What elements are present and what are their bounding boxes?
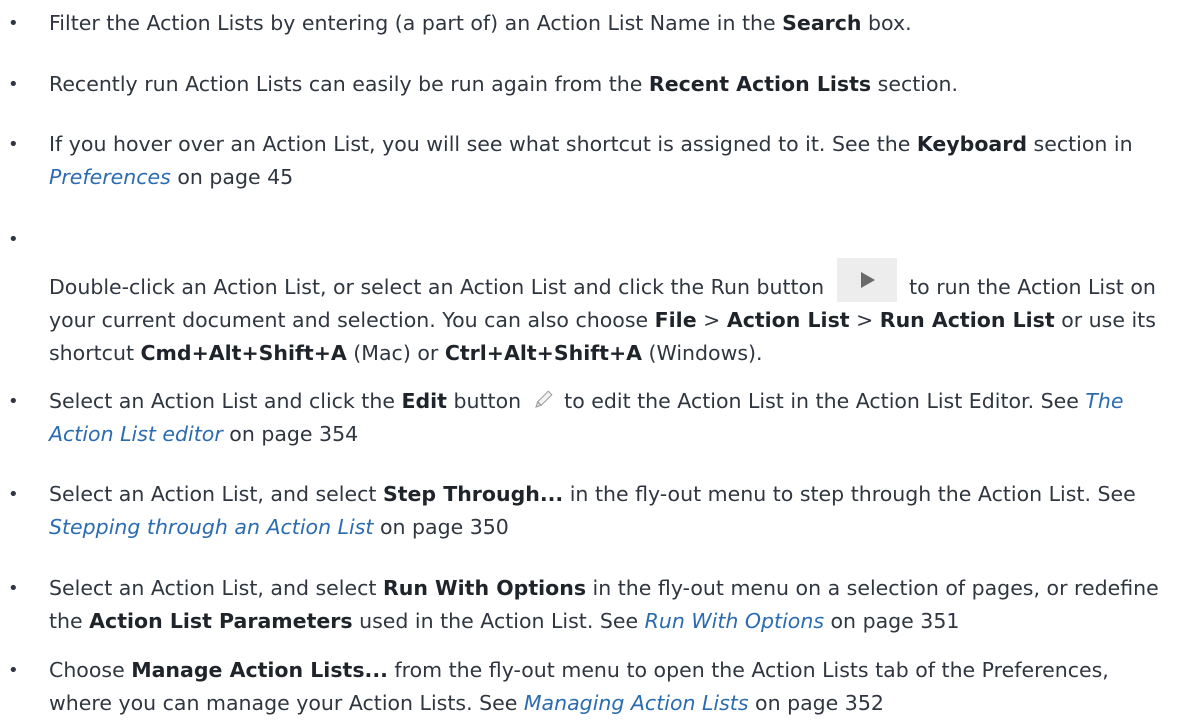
run-button[interactable]	[836, 258, 897, 302]
list-item-text: Choose Manage Action Lists... from the f…	[49, 658, 1109, 715]
list-item-text: Select an Action List and click the Edit…	[49, 389, 1124, 446]
keyboard-label: Keyboard	[916, 132, 1028, 156]
search-label: Search	[782, 11, 862, 35]
bullet-marker: •	[8, 484, 19, 505]
list-item-text: If you hover over an Action List, you wi…	[49, 132, 1133, 189]
windows-shortcut: Ctrl+Alt+Shift+A	[444, 341, 643, 365]
mac-shortcut: Cmd+Alt+Shift+A	[140, 341, 347, 365]
bullet-marker: •	[8, 13, 19, 34]
action-list-parameters-label: Action List Parameters	[89, 609, 353, 633]
list-item-text: Recently run Action Lists can easily be …	[49, 72, 959, 96]
bullet-marker: •	[8, 391, 19, 412]
document-page: • Filter the Action Lists by entering (a…	[0, 0, 1200, 721]
bullet-marker: •	[8, 660, 19, 681]
list-item-text: Double-click an Action List, or select a…	[49, 258, 1170, 370]
recent-action-lists-label: Recent Action Lists	[648, 72, 872, 96]
pencil-icon[interactable]	[532, 389, 554, 411]
bullet-marker: •	[8, 134, 19, 155]
preferences-link[interactable]: Preferences	[49, 165, 171, 189]
bullet-marker: •	[8, 229, 19, 250]
list-item-text: Select an Action List, and select Step T…	[49, 482, 1136, 539]
run-with-options-link[interactable]: Run With Options	[645, 609, 824, 633]
stepping-through-link[interactable]: Stepping through an Action List	[49, 515, 373, 539]
bullet-marker: •	[8, 74, 19, 95]
bullet-marker: •	[8, 578, 19, 599]
edit-label: Edit	[401, 389, 447, 413]
list-item-text: Filter the Action Lists by entering (a p…	[49, 11, 912, 35]
step-through-label: Step Through...	[382, 482, 564, 506]
run-with-options-label: Run With Options	[382, 576, 587, 600]
manage-action-lists-label: Manage Action Lists...	[131, 658, 388, 682]
play-icon	[860, 272, 875, 288]
list-item-text: Select an Action List, and select Run Wi…	[49, 576, 1159, 633]
managing-action-lists-link[interactable]: Managing Action Lists	[524, 691, 749, 715]
